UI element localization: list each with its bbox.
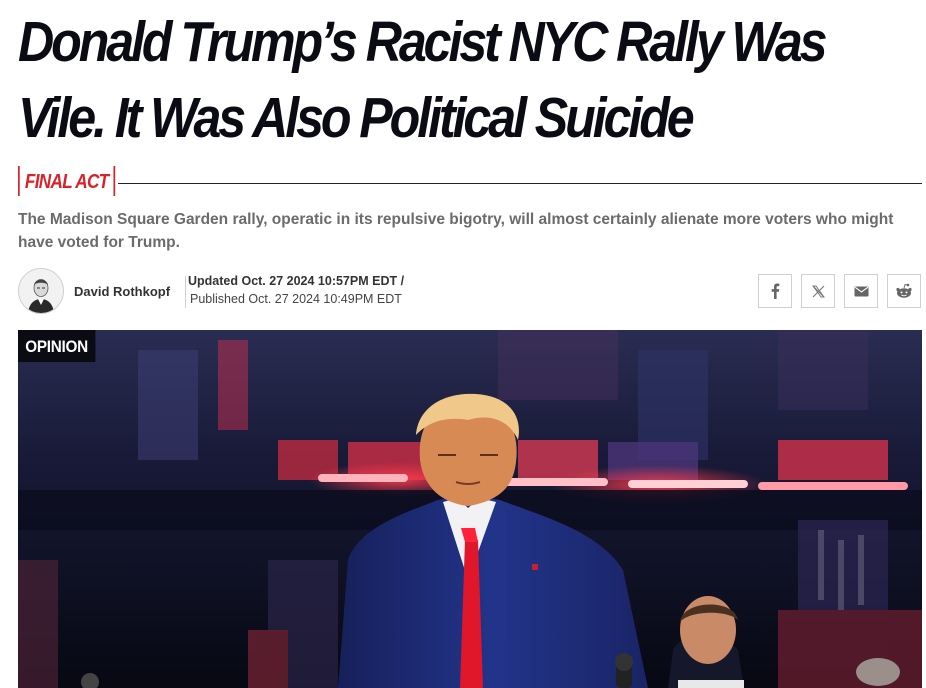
rubric-row: FINAL ACT (18, 166, 922, 198)
published-timestamp: Published Oct. 27 2024 10:49PM EDT (190, 292, 402, 306)
author-portrait (19, 269, 63, 313)
share-email-button[interactable] (844, 274, 878, 308)
byline-divider (185, 276, 186, 308)
rubric-label[interactable]: FINAL ACT (18, 166, 116, 196)
reddit-icon (896, 283, 912, 298)
opinion-tag: OPINION (18, 330, 96, 362)
share-x-button[interactable] (801, 274, 835, 308)
share-facebook-button[interactable] (758, 274, 792, 308)
hero-photo[interactable]: OPINION (18, 330, 922, 688)
article-dek: The Madison Square Garden rally, operati… (18, 211, 894, 251)
updated-timestamp: Updated Oct. 27 2024 10:57PM EDT / (188, 274, 405, 288)
facebook-icon (771, 283, 780, 299)
rally-photo-illustration (18, 330, 922, 688)
x-icon (811, 285, 825, 297)
author-name[interactable]: David Rothkopf (74, 284, 170, 299)
email-icon (854, 286, 868, 296)
share-reddit-button[interactable] (887, 274, 921, 308)
rubric-divider (118, 183, 922, 184)
author-avatar[interactable] (18, 268, 64, 314)
byline: David Rothkopf Updated Oct. 27 2024 10:5… (18, 268, 922, 316)
headline: Donald Trump’s Racist NYC Rally Was Vile… (18, 10, 828, 150)
